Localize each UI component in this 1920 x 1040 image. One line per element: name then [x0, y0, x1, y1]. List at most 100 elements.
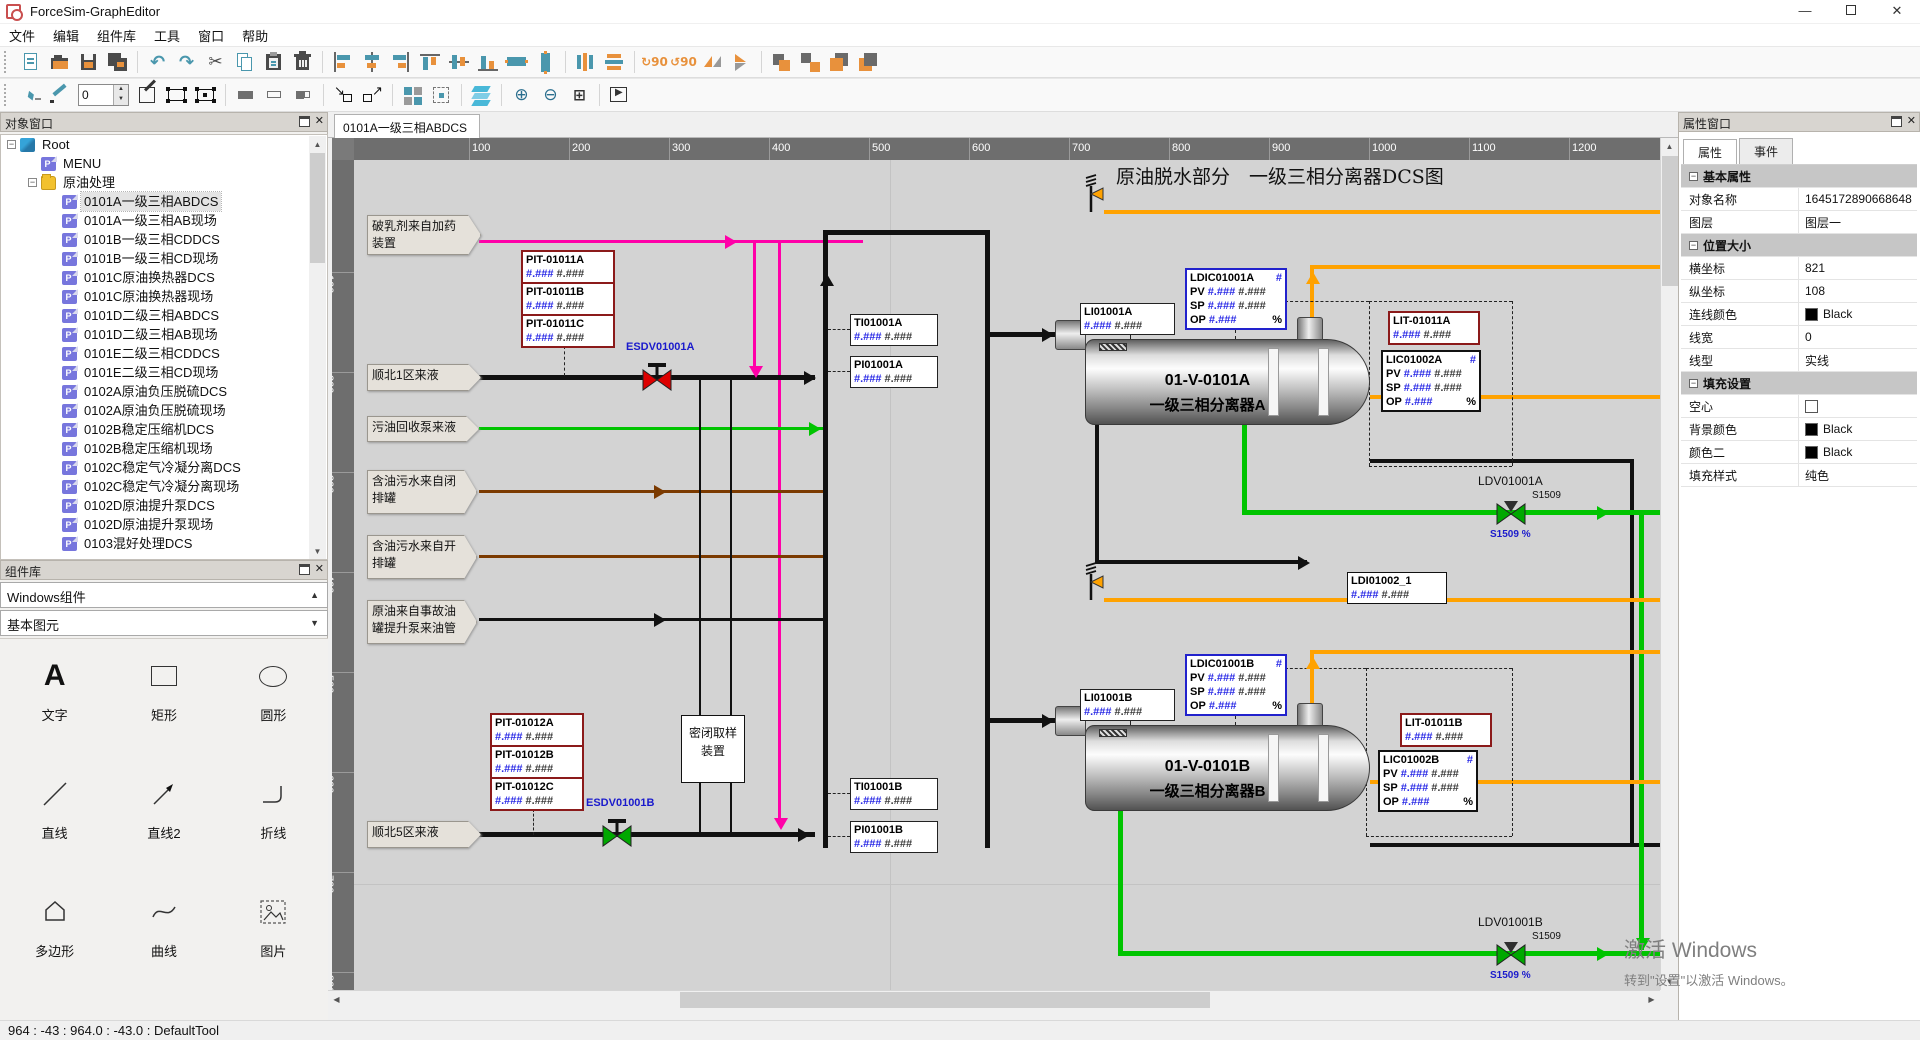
- property-value[interactable]: 图层一: [1805, 214, 1841, 231]
- flip-horizontal-button[interactable]: [699, 49, 726, 75]
- tree-item-21[interactable]: 0103混好处理DCS: [1, 534, 327, 553]
- collapse-box-icon[interactable]: −: [1689, 241, 1698, 250]
- valve-ldv01001b[interactable]: [1495, 937, 1527, 969]
- scroll-right-icon[interactable]: ▶: [1643, 991, 1660, 1008]
- tree-collapse-icon[interactable]: −: [28, 178, 37, 187]
- connector-out-button[interactable]: ↗: [359, 82, 386, 108]
- layers-button[interactable]: [468, 82, 495, 108]
- pipe-oily-water-open-line[interactable]: [479, 555, 823, 558]
- pipe-green-b-line[interactable]: [1118, 951, 1660, 956]
- rect-handles-button[interactable]: [163, 82, 190, 108]
- tree-scroll-thumb[interactable]: [310, 153, 325, 263]
- property-value[interactable]: 实线: [1805, 352, 1829, 369]
- color-swatch[interactable]: [1805, 446, 1818, 459]
- expand-arrow-icon[interactable]: ▼: [310, 618, 319, 628]
- menu-item-3[interactable]: 工具: [145, 24, 189, 47]
- align-right-button[interactable]: [387, 49, 414, 75]
- tree-item-20[interactable]: 0102D原油提升泵现场: [1, 515, 327, 534]
- float-panel-icon[interactable]: [299, 564, 310, 575]
- property-value[interactable]: Black: [1823, 307, 1852, 321]
- property-value[interactable]: 0: [1805, 330, 1812, 344]
- scroll-up-icon[interactable]: ▲: [309, 136, 326, 153]
- connector-in-button[interactable]: ↘: [330, 82, 357, 108]
- tree-item-17[interactable]: 0102C稳定气冷凝分离DCS: [1, 458, 327, 477]
- menu-item-2[interactable]: 组件库: [88, 24, 145, 47]
- minimize-button[interactable]: —: [1782, 0, 1828, 24]
- tag-li01001a[interactable]: LI01001A#.####.###: [1080, 303, 1175, 335]
- align-bottom-button[interactable]: [474, 49, 501, 75]
- scroll-up-icon[interactable]: ▲: [1661, 138, 1678, 155]
- vessel-01-v-0101a[interactable]: 01-V-0101A 一级三相分离器A: [1085, 339, 1370, 425]
- pipe-magenta-drop-2[interactable]: [778, 240, 781, 820]
- vscroll-thumb[interactable]: [1662, 156, 1678, 286]
- property-value[interactable]: Black: [1823, 445, 1852, 459]
- new-file-button[interactable]: [17, 49, 44, 75]
- tree-item-1[interactable]: MENU: [1, 154, 327, 173]
- tree-item-16[interactable]: 0102B稳定压缩机现场: [1, 439, 327, 458]
- property-value[interactable]: 纯色: [1805, 467, 1829, 484]
- pipe-outlet-a[interactable]: [1370, 459, 1634, 463]
- tree-item-9[interactable]: 0101D二级三相ABDCS: [1, 306, 327, 325]
- canvas-vertical-scrollbar[interactable]: ▲ ▼: [1660, 138, 1678, 990]
- pipe-outlet-b[interactable]: [1370, 843, 1660, 847]
- toolbar-grip[interactable]: [4, 84, 10, 106]
- component-polygon[interactable]: 多边形: [0, 889, 109, 1007]
- scroll-down-icon[interactable]: ▼: [309, 543, 326, 560]
- bring-to-front-button[interactable]: [826, 49, 853, 75]
- rotate-cw-90-button[interactable]: ↻90: [641, 49, 668, 75]
- float-panel-icon[interactable]: [299, 116, 310, 127]
- same-width-button[interactable]: [503, 49, 530, 75]
- tree-item-4[interactable]: 0101A一级三相AB现场: [1, 211, 327, 230]
- sample-device-box[interactable]: 密闭取样装置: [681, 715, 745, 783]
- pipe-sample-line-2a[interactable]: [730, 380, 732, 715]
- component-category-basic[interactable]: 基本图元▼: [0, 610, 328, 636]
- tag-ti01001b[interactable]: TI01001B#.####.###: [850, 778, 938, 810]
- component-rect[interactable]: 矩形: [109, 653, 218, 771]
- pipe-oily-water-closed-line[interactable]: [479, 490, 823, 493]
- component-line2[interactable]: 直线2: [109, 771, 218, 889]
- pipe-green-right-drop[interactable]: [1639, 510, 1644, 950]
- tag-pi01001a[interactable]: PI01001A#.####.###: [850, 356, 938, 388]
- valve-esdv01001a[interactable]: [641, 362, 673, 394]
- tree-collapse-icon[interactable]: −: [7, 140, 16, 149]
- tag-lic01002a[interactable]: LIC01002A#PV#.####.###SP#.####.###OP#.##…: [1381, 350, 1481, 412]
- tag-lit-01011a[interactable]: LIT-01011A#.####.###: [1388, 311, 1480, 345]
- undo-button[interactable]: ↶: [144, 49, 171, 75]
- tag-pit-01011c[interactable]: PIT-01011C#.####.###: [521, 314, 615, 348]
- component-category-windows[interactable]: Windows组件▲: [0, 582, 328, 608]
- send-to-back-button[interactable]: [855, 49, 882, 75]
- tree-item-11[interactable]: 0101E二级三相CDDCS: [1, 344, 327, 363]
- menu-item-4[interactable]: 窗口: [189, 24, 233, 47]
- pipe-ldi-drop[interactable]: [1095, 423, 1099, 562]
- scroll-left-icon[interactable]: ◀: [328, 991, 345, 1008]
- cap-style-2-button[interactable]: [261, 82, 288, 108]
- tree-item-6[interactable]: 0101B一级三相CD现场: [1, 249, 327, 268]
- hscroll-thumb[interactable]: [680, 992, 1210, 1008]
- zoom-in-button[interactable]: ⊕: [508, 82, 535, 108]
- align-middle-button[interactable]: [445, 49, 472, 75]
- collapse-arrow-icon[interactable]: ▲: [310, 590, 319, 600]
- rotate-ccw-90-button[interactable]: ↺90: [670, 49, 697, 75]
- checkbox[interactable]: [1805, 400, 1818, 413]
- tag-lit-01011b[interactable]: LIT-01011B#.####.###: [1400, 713, 1492, 747]
- valve-ldv01001a[interactable]: [1495, 496, 1527, 528]
- align-left-button[interactable]: [329, 49, 356, 75]
- component-text[interactable]: A 文字: [0, 653, 109, 771]
- tag-ti01001a[interactable]: TI01001A#.####.###: [850, 314, 938, 346]
- color-swatch[interactable]: [1805, 308, 1818, 321]
- properties-tab-1[interactable]: 事件: [1739, 138, 1793, 164]
- fill-color-button[interactable]: ⬧: [17, 82, 44, 108]
- toolbar-grip[interactable]: [4, 51, 10, 73]
- same-height-button[interactable]: [532, 49, 559, 75]
- open-file-button[interactable]: [46, 49, 73, 75]
- tree-item-19[interactable]: 0102D原油提升泵DCS: [1, 496, 327, 515]
- callout-demulsifier[interactable]: 破乳剂来自加药装置: [367, 215, 481, 255]
- component-circle[interactable]: 圆形: [219, 653, 328, 771]
- tree-scrollbar[interactable]: ▲ ▼: [309, 136, 326, 560]
- pipe-sample-line-1a[interactable]: [699, 380, 701, 715]
- pipe-orange-vent-a[interactable]: [1104, 210, 1660, 214]
- pipe-sample-line-1b[interactable]: [699, 783, 701, 835]
- tree-item-14[interactable]: 0102A原油负压脱硫现场: [1, 401, 327, 420]
- edit-vertex-button[interactable]: [134, 82, 161, 108]
- flip-vertical-button[interactable]: [728, 49, 755, 75]
